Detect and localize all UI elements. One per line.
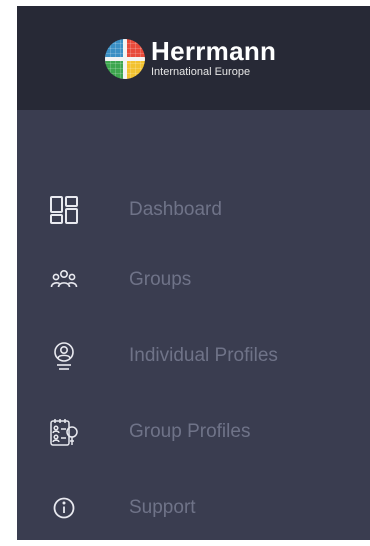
sidebar-item-group-profiles[interactable]: Group Profiles bbox=[17, 394, 370, 470]
sidebar-item-label: Dashboard bbox=[129, 199, 222, 220]
individual-profile-icon bbox=[49, 341, 79, 371]
herrmann-whole-brain-logo-icon bbox=[105, 38, 145, 79]
sidebar-item-support[interactable]: Support bbox=[17, 470, 370, 546]
brand-name: Herrmann bbox=[151, 36, 277, 66]
group-profiles-icon bbox=[49, 417, 79, 447]
sidebar-item-dashboard[interactable]: Dashboard bbox=[17, 172, 370, 248]
brand-tagline: International Europe bbox=[151, 66, 251, 78]
brand-logo[interactable]: Herrmann International Europe bbox=[105, 38, 276, 79]
brand-text: Herrmann International Europe bbox=[151, 38, 276, 79]
sidebar-item-individual-profiles[interactable]: Individual Profiles bbox=[17, 318, 370, 394]
info-icon bbox=[49, 493, 79, 523]
dashboard-icon bbox=[49, 195, 79, 225]
sidebar-header: Herrmann International Europe bbox=[17, 6, 370, 110]
sidebar-item-label: Support bbox=[129, 497, 196, 518]
sidebar-item-label: Group Profiles bbox=[129, 421, 251, 442]
sidebar-item-label: Individual Profiles bbox=[129, 345, 278, 366]
sidebar-item-groups[interactable]: Groups bbox=[17, 242, 370, 318]
sidebar: Herrmann International Europe Dashboard bbox=[17, 6, 370, 540]
sidebar-item-label: Groups bbox=[129, 269, 192, 290]
groups-icon bbox=[49, 265, 79, 295]
sidebar-nav: Dashboard Groups Individual Profiles Gro… bbox=[17, 166, 370, 546]
